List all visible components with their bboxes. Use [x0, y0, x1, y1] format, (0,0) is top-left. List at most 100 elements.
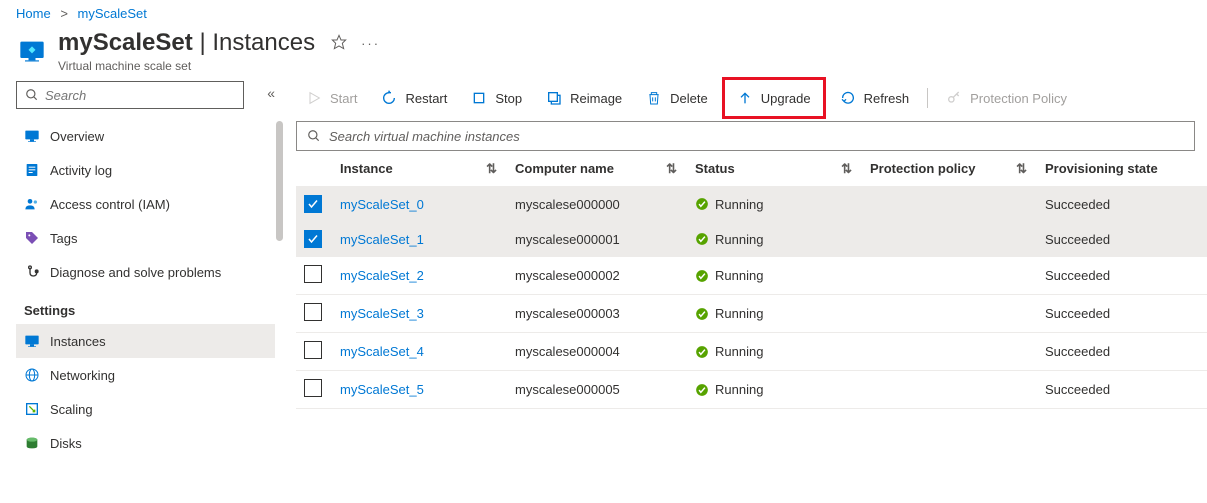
provisioning-cell: Succeeded	[1037, 187, 1207, 222]
upgrade-highlight: Upgrade	[722, 77, 826, 119]
delete-button[interactable]: Delete	[636, 82, 718, 114]
status-cell: Running	[695, 197, 854, 212]
upgrade-button[interactable]: Upgrade	[727, 82, 821, 114]
instance-link[interactable]: myScaleSet_3	[340, 306, 424, 321]
sidebar-item-disks[interactable]: Disks	[16, 426, 275, 460]
row-checkbox[interactable]	[304, 195, 322, 213]
stop-button[interactable]: Stop	[461, 82, 532, 114]
instance-link[interactable]: myScaleSet_2	[340, 268, 424, 283]
protection-cell	[862, 333, 1037, 371]
col-protection[interactable]: Protection policy⇅	[862, 151, 1037, 187]
delete-icon	[646, 90, 662, 106]
sidebar-search[interactable]	[16, 81, 244, 109]
collapse-sidebar-icon[interactable]: «	[267, 85, 275, 101]
sidebar-item-tags[interactable]: Tags	[16, 221, 275, 255]
scrollbar[interactable]	[276, 121, 283, 241]
refresh-icon	[840, 90, 856, 106]
col-instance[interactable]: Instance⇅	[332, 151, 507, 187]
restart-button[interactable]: Restart	[371, 82, 457, 114]
reimage-icon	[546, 90, 562, 106]
computer-name-cell: myscalese000004	[507, 333, 687, 371]
search-icon	[25, 88, 39, 102]
sort-icon[interactable]: ⇅	[486, 161, 497, 177]
row-checkbox[interactable]	[304, 379, 322, 397]
row-checkbox[interactable]	[304, 341, 322, 359]
table-row[interactable]: myScaleSet_0myscalese000000RunningSuccee…	[296, 187, 1207, 222]
refresh-button[interactable]: Refresh	[830, 82, 920, 114]
table-row[interactable]: myScaleSet_1myscalese000001RunningSuccee…	[296, 222, 1207, 257]
success-icon	[695, 197, 709, 211]
col-provisioning[interactable]: Provisioning state	[1037, 151, 1207, 187]
sidebar-item-instances[interactable]: Instances	[16, 324, 275, 358]
reimage-button[interactable]: Reimage	[536, 82, 632, 114]
col-status[interactable]: Status⇅	[687, 151, 862, 187]
col-computer[interactable]: Computer name⇅	[507, 151, 687, 187]
computer-name-cell: myscalese000005	[507, 371, 687, 409]
sidebar-item-networking[interactable]: Networking	[16, 358, 275, 392]
row-checkbox[interactable]	[304, 230, 322, 248]
toolbar: Start Restart Stop Reimage Delete	[296, 81, 1207, 121]
sidebar-item-label: Scaling	[50, 402, 93, 417]
instance-link[interactable]: myScaleSet_4	[340, 344, 424, 359]
monitor-icon	[24, 333, 40, 349]
sidebar-item-label: Disks	[50, 436, 82, 451]
sidebar-item-label: Overview	[50, 129, 104, 144]
instance-link[interactable]: myScaleSet_1	[340, 232, 424, 247]
success-icon	[695, 269, 709, 283]
instances-table: Instance⇅ Computer name⇅ Status⇅ Protect…	[296, 151, 1207, 409]
col-checkbox	[296, 151, 332, 187]
table-row[interactable]: myScaleSet_3myscalese000003RunningSuccee…	[296, 295, 1207, 333]
sidebar-item-label: Tags	[50, 231, 77, 246]
table-search-placeholder: Search virtual machine instances	[329, 129, 520, 144]
instance-link[interactable]: myScaleSet_5	[340, 382, 424, 397]
sidebar-item-overview[interactable]: Overview	[16, 119, 275, 153]
protection-policy-button[interactable]: Protection Policy	[936, 82, 1077, 114]
success-icon	[695, 307, 709, 321]
sort-icon[interactable]: ⇅	[666, 161, 677, 177]
tag-icon	[24, 230, 40, 246]
status-cell: Running	[695, 344, 854, 359]
success-icon	[695, 232, 709, 246]
sidebar-item-scaling[interactable]: Scaling	[16, 392, 275, 426]
key-icon	[946, 90, 962, 106]
toolbar-separator	[927, 88, 928, 108]
sidebar-item-label: Diagnose and solve problems	[50, 265, 221, 280]
sidebar-item-diagnose[interactable]: Diagnose and solve problems	[16, 255, 275, 289]
log-icon	[24, 162, 40, 178]
sidebar-search-input[interactable]	[45, 88, 235, 103]
sidebar: « Overview Activity log Access control (…	[0, 81, 284, 503]
breadcrumb-resource[interactable]: myScaleSet	[78, 6, 147, 21]
row-checkbox[interactable]	[304, 265, 322, 283]
instance-link[interactable]: myScaleSet_0	[340, 197, 424, 212]
computer-name-cell: myscalese000002	[507, 257, 687, 295]
provisioning-cell: Succeeded	[1037, 295, 1207, 333]
page-title: myScaleSet | Instances	[58, 29, 315, 57]
provisioning-cell: Succeeded	[1037, 222, 1207, 257]
provisioning-cell: Succeeded	[1037, 333, 1207, 371]
breadcrumb: Home > myScaleSet	[0, 0, 1207, 25]
sidebar-item-access-control[interactable]: Access control (IAM)	[16, 187, 275, 221]
table-row[interactable]: myScaleSet_4 myscalese000004 Running Succee…	[296, 333, 1207, 371]
start-button[interactable]: Start	[296, 82, 367, 114]
protection-cell	[862, 222, 1037, 257]
more-icon[interactable]: ···	[361, 36, 380, 51]
sort-icon[interactable]: ⇅	[1016, 161, 1027, 177]
favorite-icon[interactable]	[331, 34, 347, 53]
stop-icon	[471, 90, 487, 106]
sidebar-item-activity-log[interactable]: Activity log	[16, 153, 275, 187]
sort-icon[interactable]: ⇅	[841, 161, 852, 177]
restart-icon	[381, 90, 397, 106]
resource-type-label: Virtual machine scale set	[58, 59, 380, 73]
breadcrumb-home[interactable]: Home	[16, 6, 51, 21]
table-search[interactable]: Search virtual machine instances	[296, 121, 1195, 151]
success-icon	[695, 345, 709, 359]
search-icon	[307, 129, 321, 143]
sidebar-item-label: Networking	[50, 368, 115, 383]
table-row[interactable]: myScaleSet_2myscalese000002RunningSuccee…	[296, 257, 1207, 295]
resource-icon	[16, 35, 48, 67]
table-row[interactable]: myScaleSet_5myscalese000005RunningSuccee…	[296, 371, 1207, 409]
row-checkbox[interactable]	[304, 303, 322, 321]
upgrade-icon	[737, 90, 753, 106]
monitor-icon	[24, 128, 40, 144]
protection-cell	[862, 371, 1037, 409]
